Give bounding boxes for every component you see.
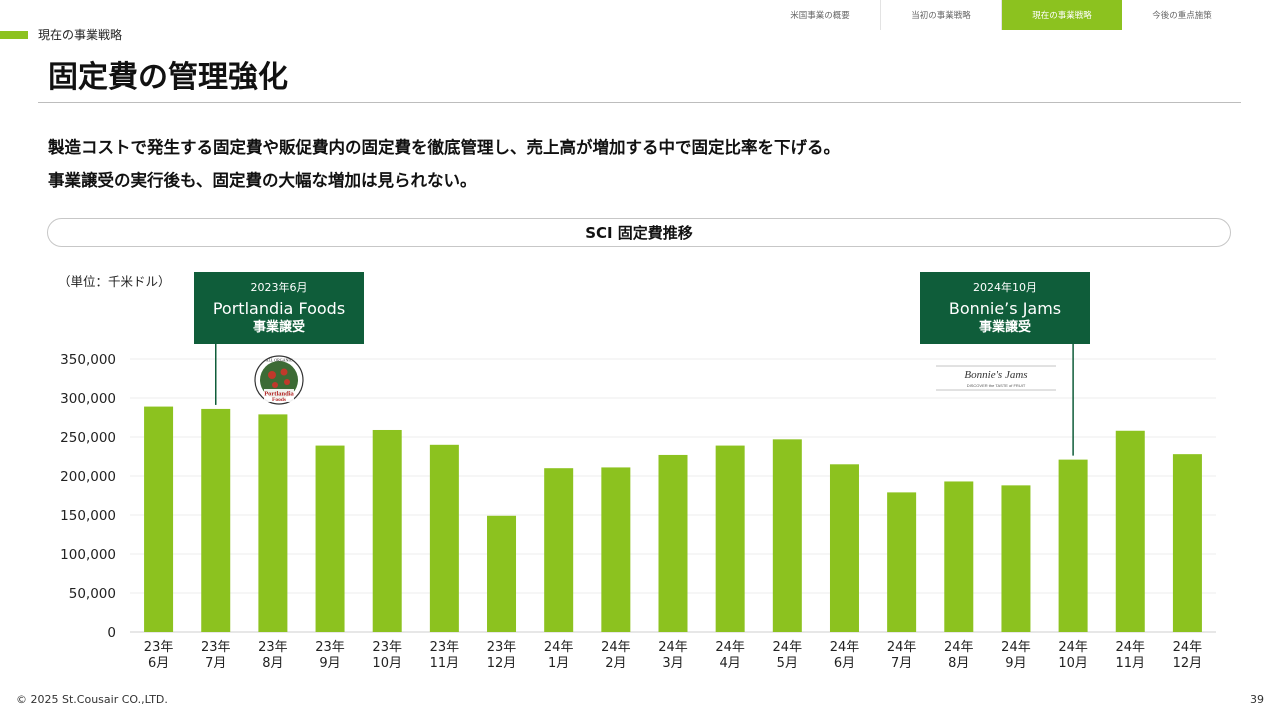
logo-text: ALL ORGANIC [266, 358, 293, 363]
x-tick-label: 8月 [948, 656, 969, 671]
x-tick-label: 23年 [315, 640, 345, 655]
bar [544, 468, 574, 632]
x-tick-label: 4月 [720, 656, 741, 671]
bar [1115, 430, 1145, 632]
x-tick-label: 23年 [258, 640, 288, 655]
bar [944, 481, 974, 632]
bar [887, 492, 917, 632]
bar [715, 445, 745, 632]
x-tick-label: 24年 [1115, 640, 1145, 655]
callout-date: 2024年10月 [973, 281, 1037, 294]
x-tick-label: 6月 [148, 656, 169, 671]
callout-bonnies: 2024年10月 Bonnie’s Jams 事業譲受 [920, 272, 1090, 344]
callout-company: Bonnie’s Jams [948, 299, 1062, 318]
x-tick-label: 24年 [544, 640, 574, 655]
x-tick-label: 2月 [605, 656, 626, 671]
bar [258, 414, 288, 632]
logo-text: Bonnie's Jams [964, 369, 1027, 381]
x-tick-label: 6月 [834, 656, 855, 671]
x-tick-label: 23年 [372, 640, 402, 655]
x-tick-label: 24年 [658, 640, 688, 655]
x-tick-label: 24年 [1058, 640, 1088, 655]
x-tick-label: 9月 [1005, 656, 1026, 671]
bar [829, 464, 859, 632]
callout-date: 2023年6月 [250, 281, 308, 294]
bar [487, 515, 517, 632]
y-tick-label: 100,000 [60, 547, 116, 563]
x-tick-label: 23年 [430, 640, 460, 655]
y-tick-label: 300,000 [60, 391, 116, 407]
x-tick-label: 10月 [372, 656, 402, 671]
bar [201, 408, 231, 632]
y-tick-label: 150,000 [60, 508, 116, 524]
x-tick-label: 24年 [601, 640, 631, 655]
y-tick-label: 350,000 [60, 352, 116, 368]
y-tick-label: 200,000 [60, 469, 116, 485]
bar [429, 444, 459, 632]
x-tick-label: 3月 [662, 656, 683, 671]
x-tick-label: 12月 [1173, 656, 1203, 671]
logo-text: DISCOVER the TASTE of FRUIT [967, 383, 1026, 388]
x-tick-label: 24年 [1173, 640, 1203, 655]
x-tick-label: 24年 [715, 640, 745, 655]
x-tick-label: 12月 [487, 656, 517, 671]
x-tick-label: 5月 [777, 656, 798, 671]
bar [658, 454, 688, 632]
x-tick-label: 11月 [430, 656, 460, 671]
x-tick-label: 7月 [891, 656, 912, 671]
bonnies-jams-logo: Bonnie's Jams DISCOVER the TASTE of FRUI… [936, 365, 1056, 391]
y-tick-label: 50,000 [69, 586, 116, 602]
callout-portlandia: 2023年6月 Portlandia Foods 事業譲受 [194, 272, 364, 344]
bar [1172, 454, 1202, 632]
page-number: 39 [1250, 693, 1264, 706]
bar [1001, 485, 1031, 632]
y-tick-label: 0 [107, 625, 116, 641]
logo-text: Foods [272, 397, 286, 403]
x-tick-label: 24年 [830, 640, 860, 655]
bar [772, 439, 802, 632]
bar [1058, 459, 1088, 632]
callout-company: Portlandia Foods [212, 299, 346, 318]
y-tick-label: 250,000 [60, 430, 116, 446]
x-tick-label: 8月 [262, 656, 283, 671]
portlandia-foods-logo: ALL ORGANIC Portlandia Foods [254, 355, 304, 405]
x-tick-label: 10月 [1058, 656, 1088, 671]
x-tick-label: 24年 [887, 640, 917, 655]
callout-note: 事業譲受 [978, 320, 1031, 335]
x-tick-label: 11月 [1115, 656, 1145, 671]
x-tick-label: 24年 [1001, 640, 1031, 655]
bar [315, 445, 345, 632]
bar [601, 467, 631, 632]
x-tick-label: 23年 [201, 640, 231, 655]
x-tick-label: 1月 [548, 656, 569, 671]
footer-copyright: © 2025 St.Cousair CO.,LTD. [16, 693, 168, 706]
x-tick-label: 23年 [487, 640, 517, 655]
fixed-cost-bar-chart: 0 50,000 100,000 150,000 200,000 250,000 300,0… [60, 344, 1216, 671]
bar [144, 406, 174, 632]
x-tick-label: 24年 [773, 640, 803, 655]
x-tick-label: 24年 [944, 640, 974, 655]
x-tick-label: 7月 [205, 656, 226, 671]
bar [372, 429, 402, 632]
x-tick-label: 9月 [319, 656, 340, 671]
callout-note: 事業譲受 [252, 320, 305, 335]
x-tick-label: 23年 [144, 640, 174, 655]
